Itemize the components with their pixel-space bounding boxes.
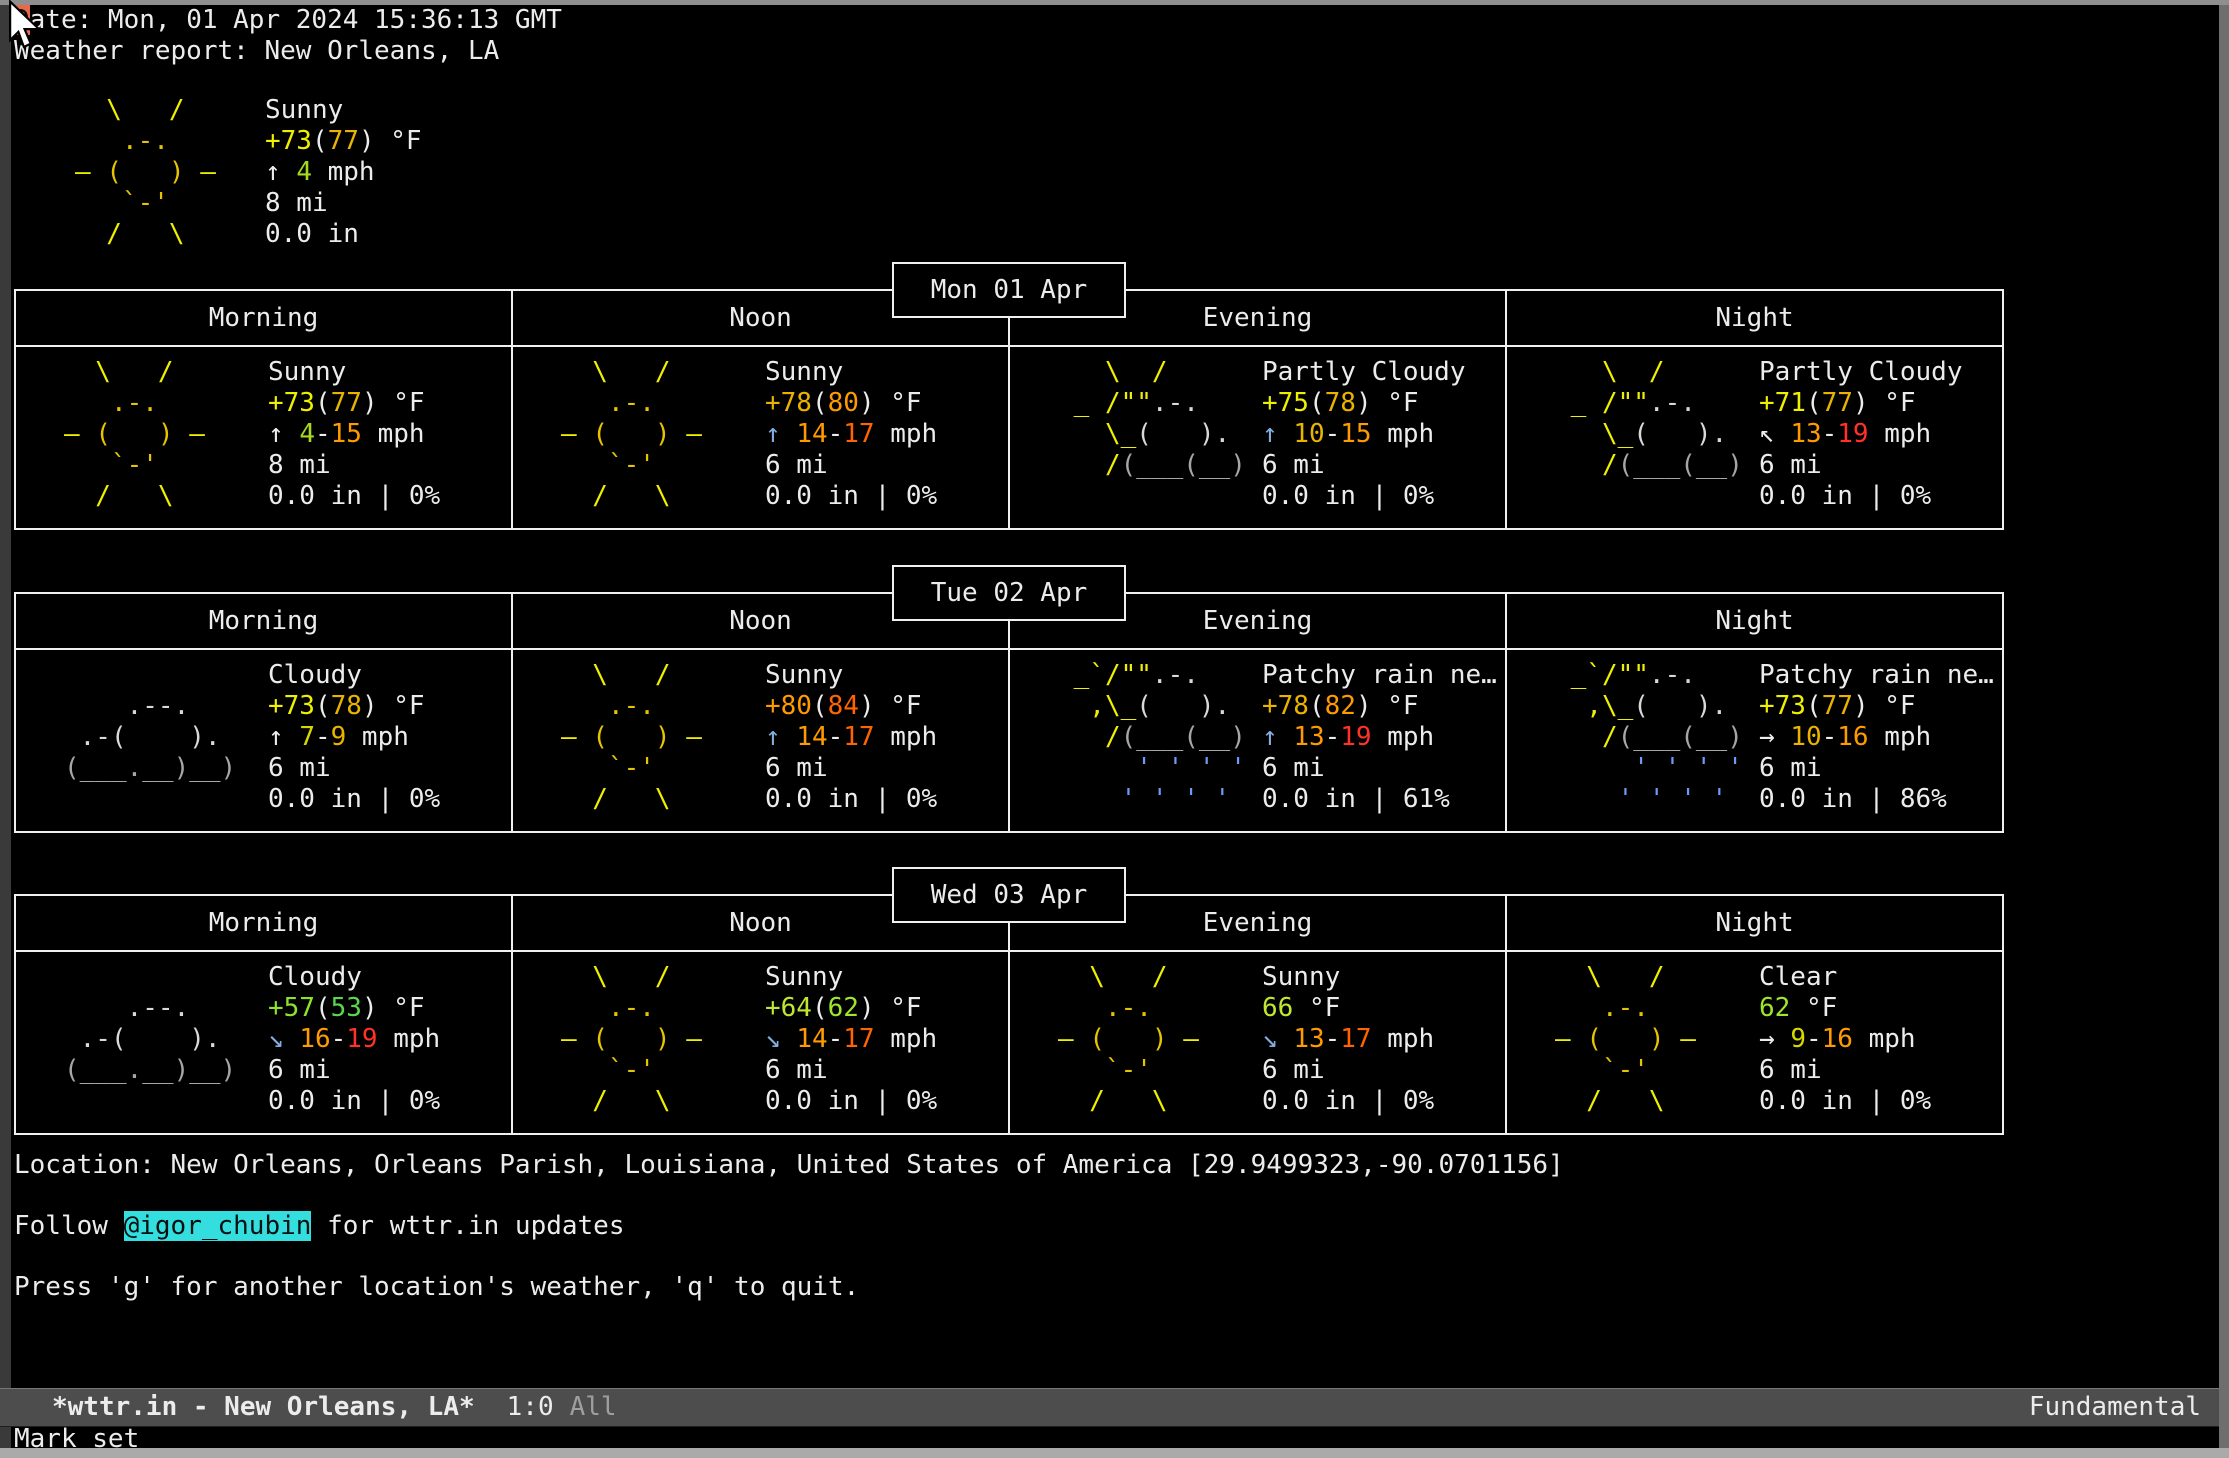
mouse-pointer-icon bbox=[6, 0, 50, 50]
forecast-cell-wed-morning: .--. .-( ). (___.__)__) Cloudy +57(53) °… bbox=[16, 952, 511, 1133]
major-mode-label[interactable]: Fundamental bbox=[2029, 1392, 2201, 1423]
twitter-handle-link[interactable]: @igor_chubin bbox=[124, 1211, 312, 1241]
forecast-cell-tue-noon: \ / .-. – ( ) – `-' / \ Sunny +80(84) °F … bbox=[511, 650, 1008, 831]
weather-details: Patchy rain ne… +73(77) °F → 10-16 mph 6… bbox=[1759, 660, 1994, 815]
forecast-table-mon: Mon 01 AprMorningNoonEveningNight \ / .-… bbox=[14, 289, 2004, 530]
time-of-day-header-morning: Morning bbox=[16, 594, 511, 648]
buffer-name: *wttr.in - New Orleans, LA* bbox=[52, 1392, 475, 1423]
weather-details: Partly Cloudy +75(78) °F ↑ 10-15 mph 6 m… bbox=[1262, 357, 1466, 512]
weather-ascii-icon-cloudy: .--. .-( ). (___.__)__) bbox=[64, 660, 236, 784]
forecast-cell-mon-evening: \ / _ /"".-. \_( ). /(___(__) Partly Clo… bbox=[1008, 347, 1505, 528]
forecast-cell-mon-morning: \ / .-. – ( ) – `-' / \ Sunny +73(77) °F … bbox=[16, 347, 511, 528]
weather-ascii-icon-patchy_rain: _`/"".-. ,\_( ). /(___(__) ' ' ' ' ' ' '… bbox=[1058, 660, 1246, 815]
echo-area-message: Mark set bbox=[14, 1424, 139, 1455]
weather-details: Sunny +78(80) °F ↑ 14-17 mph 6 mi 0.0 in… bbox=[765, 357, 937, 512]
time-of-day-header-morning: Morning bbox=[16, 291, 511, 345]
weather-ascii-icon-sunny: \ / .-. – ( ) – `-' / \ bbox=[64, 357, 205, 512]
date-box-wed: Wed 03 Apr bbox=[892, 867, 1126, 923]
table-body-row: \ / .-. – ( ) – `-' / \ Sunny +73(77) °F … bbox=[16, 347, 2002, 528]
weather-ascii-icon-patchy_rain: _`/"".-. ,\_( ). /(___(__) ' ' ' ' ' ' '… bbox=[1555, 660, 1743, 815]
window-bottom-edge bbox=[0, 1448, 2229, 1458]
weather-details: Cloudy +73(78) °F ↑ 7-9 mph 6 mi 0.0 in … bbox=[268, 660, 440, 815]
time-of-day-header-night: Night bbox=[1505, 896, 2002, 950]
forecast-cell-mon-noon: \ / .-. – ( ) – `-' / \ Sunny +78(80) °F … bbox=[511, 347, 1008, 528]
forecast-cell-tue-night: _`/"".-. ,\_( ). /(___(__) ' ' ' ' ' ' '… bbox=[1505, 650, 2002, 831]
date-box-tue: Tue 02 Apr bbox=[892, 565, 1126, 621]
weather-ascii-icon-cloudy: .--. .-( ). (___.__)__) bbox=[64, 962, 236, 1086]
forecast-cell-tue-evening: _`/"".-. ,\_( ). /(___(__) ' ' ' ' ' ' '… bbox=[1008, 650, 1505, 831]
time-of-day-header-night: Night bbox=[1505, 291, 2002, 345]
weather-details: Partly Cloudy +71(77) °F ↖ 13-19 mph 6 m… bbox=[1759, 357, 1963, 512]
time-of-day-header-night: Night bbox=[1505, 594, 2002, 648]
window-left-edge bbox=[0, 5, 11, 1448]
table-body-row: .--. .-( ). (___.__)__) Cloudy +57(53) °… bbox=[16, 952, 2002, 1133]
location-line: Location: New Orleans, Orleans Parish, L… bbox=[14, 1150, 1564, 1181]
weather-details: Sunny +73(77) °F ↑ 4-15 mph 8 mi 0.0 in … bbox=[268, 357, 440, 512]
weather-details: Patchy rain ne… +78(82) °F ↑ 13-19 mph 6… bbox=[1262, 660, 1497, 815]
weather-details: Cloudy +57(53) °F ↘ 16-19 mph 6 mi 0.0 i… bbox=[268, 962, 440, 1117]
current-weather-ascii-icon: \ / .-. – ( ) – `-' / \ bbox=[75, 95, 216, 250]
report-header: Date: Mon, 01 Apr 2024 15:36:13 GMT Weat… bbox=[14, 5, 562, 67]
emacs-modeline[interactable]: *wttr.in - New Orleans, LA* 1:0 All Fund… bbox=[0, 1388, 2219, 1427]
weather-ascii-icon-sunny: \ / .-. – ( ) – `-' / \ bbox=[1555, 962, 1696, 1117]
follow-prefix: Follow bbox=[14, 1211, 124, 1241]
follow-line: Follow @igor_chubin for wttr.in updates bbox=[14, 1211, 625, 1242]
forecast-cell-wed-night: \ / .-. – ( ) – `-' / \ Clear 62 °F → 9-1… bbox=[1505, 952, 2002, 1133]
weather-details: Sunny +80(84) °F ↑ 14-17 mph 6 mi 0.0 in… bbox=[765, 660, 937, 815]
time-of-day-header-morning: Morning bbox=[16, 896, 511, 950]
current-weather-details: Sunny +73(77) °F ↑ 4 mph 8 mi 0.0 in bbox=[265, 95, 422, 250]
cursor-position: 1:0 bbox=[507, 1392, 554, 1423]
forecast-cell-tue-morning: .--. .-( ). (___.__)__) Cloudy +73(78) °… bbox=[16, 650, 511, 831]
table-body-row: .--. .-( ). (___.__)__) Cloudy +73(78) °… bbox=[16, 650, 2002, 831]
weather-ascii-icon-partly_cloudy: \ / _ /"".-. \_( ). /(___(__) bbox=[1058, 357, 1246, 481]
weather-details: Clear 62 °F → 9-16 mph 6 mi 0.0 in | 0% bbox=[1759, 962, 1931, 1117]
window-right-scrollbar[interactable] bbox=[2219, 5, 2229, 1448]
forecast-table-wed: Wed 03 AprMorningNoonEveningNight .--. .… bbox=[14, 894, 2004, 1135]
forecast-cell-mon-night: \ / _ /"".-. \_( ). /(___(__) Partly Clo… bbox=[1505, 347, 2002, 528]
keyboard-hint-line: Press 'g' for another location's weather… bbox=[14, 1272, 859, 1303]
weather-details: Sunny 66 °F ↘ 13-17 mph 6 mi 0.0 in | 0% bbox=[1262, 962, 1434, 1117]
scroll-indicator: All bbox=[570, 1392, 617, 1423]
weather-details: Sunny +64(62) °F ↘ 14-17 mph 6 mi 0.0 in… bbox=[765, 962, 937, 1117]
follow-suffix: for wttr.in updates bbox=[311, 1211, 624, 1241]
weather-ascii-icon-partly_cloudy: \ / _ /"".-. \_( ). /(___(__) bbox=[1555, 357, 1743, 481]
weather-ascii-icon-sunny: \ / .-. – ( ) – `-' / \ bbox=[1058, 962, 1199, 1117]
weather-ascii-icon-sunny: \ / .-. – ( ) – `-' / \ bbox=[561, 962, 702, 1117]
emacs-window: Date: Mon, 01 Apr 2024 15:36:13 GMT Weat… bbox=[0, 0, 2229, 1458]
date-box-mon: Mon 01 Apr bbox=[892, 262, 1126, 318]
weather-ascii-icon-sunny: \ / .-. – ( ) – `-' / \ bbox=[561, 357, 702, 512]
weather-ascii-icon-sunny: \ / .-. – ( ) – `-' / \ bbox=[561, 660, 702, 815]
forecast-table-tue: Tue 02 AprMorningNoonEveningNight .--. .… bbox=[14, 592, 2004, 833]
forecast-cell-wed-noon: \ / .-. – ( ) – `-' / \ Sunny +64(62) °F … bbox=[511, 952, 1008, 1133]
forecast-cell-wed-evening: \ / .-. – ( ) – `-' / \ Sunny 66 °F ↘ 13-… bbox=[1008, 952, 1505, 1133]
